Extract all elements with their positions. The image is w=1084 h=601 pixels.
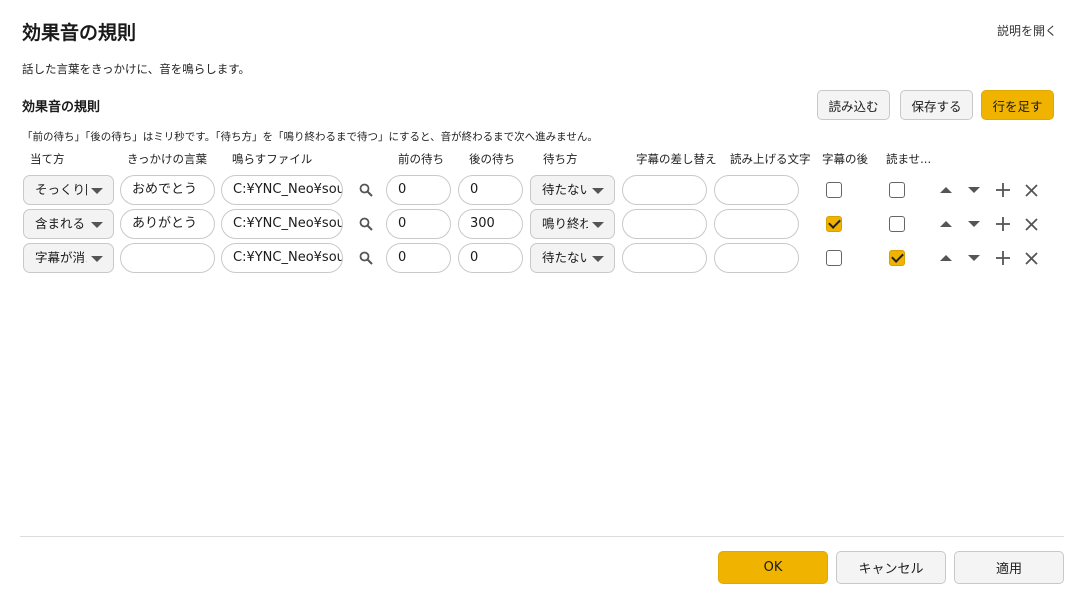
dialog-description: 話した言葉をきっかけに、音を鳴らします。 [22, 62, 251, 76]
apply-button[interactable]: 適用 [954, 551, 1064, 584]
after-subtitle-checkbox[interactable] [826, 216, 842, 232]
move-down-icon[interactable] [967, 251, 981, 265]
trigger-input[interactable] [120, 243, 215, 273]
wait-mode-select[interactable]: 鳴り終わるまで待つ [530, 209, 615, 239]
header-speak: 読ませ... [886, 152, 932, 166]
search-icon[interactable] [358, 250, 374, 266]
search-icon[interactable] [358, 182, 374, 198]
add-row-icon[interactable] [995, 216, 1011, 232]
header-pre-wait: 前の待ち [398, 152, 444, 166]
cancel-button[interactable]: キャンセル [836, 551, 946, 584]
import-button[interactable]: 読み込む [817, 90, 890, 120]
wait-mode-select[interactable]: 待たない [530, 243, 615, 273]
save-button[interactable]: 保存する [900, 90, 973, 120]
header-wait-mode: 待ち方 [543, 152, 578, 166]
read-text-input[interactable] [714, 243, 799, 273]
chevron-down-icon [91, 256, 103, 262]
trigger-input[interactable]: おめでとう [120, 175, 215, 205]
wait-mode-select[interactable]: 待たない [530, 175, 615, 205]
move-down-icon[interactable] [967, 217, 981, 231]
add-row-icon[interactable] [995, 182, 1011, 198]
move-up-icon[interactable] [939, 217, 953, 231]
pre-wait-input[interactable]: 0 [386, 209, 451, 239]
search-icon[interactable] [358, 216, 374, 232]
after-subtitle-checkbox[interactable] [826, 250, 842, 266]
post-wait-input[interactable]: 300 [458, 209, 523, 239]
pre-wait-input[interactable]: 0 [386, 243, 451, 273]
speak-checkbox[interactable] [889, 182, 905, 198]
delete-row-icon[interactable] [1023, 250, 1039, 266]
header-after-subtitle: 字幕の後 [822, 152, 868, 166]
table-row: 含まれる ありがとう C:¥YNC_Neo¥sounds 0 300 鳴り終わる… [0, 209, 1084, 239]
file-input[interactable]: C:¥YNC_Neo¥sounds [221, 175, 343, 205]
footer-divider [20, 536, 1064, 537]
header-read-text: 読み上げる文字 [730, 152, 811, 166]
read-text-input[interactable] [714, 209, 799, 239]
move-up-icon[interactable] [939, 183, 953, 197]
wait-note: 「前の待ち」「後の待ち」はミリ秒です。「待ち方」を「鳴り終わるまで待つ」にすると… [22, 131, 598, 143]
header-trigger: きっかけの言葉 [127, 152, 208, 166]
add-row-button[interactable]: 行を足す [981, 90, 1054, 120]
subtitle-input[interactable] [622, 243, 707, 273]
delete-row-icon[interactable] [1023, 216, 1039, 232]
match-select[interactable]: 含まれる [23, 209, 114, 239]
ok-button[interactable]: OK [718, 551, 828, 584]
read-text-input[interactable] [714, 175, 799, 205]
table-row: 字幕が消えたら C:¥YNC_Neo¥sounds 0 0 待たない [0, 243, 1084, 273]
move-down-icon[interactable] [967, 183, 981, 197]
match-select[interactable]: そっくり同じ [23, 175, 114, 205]
section-title: 効果音の規則 [22, 100, 101, 115]
help-link[interactable]: 説明を開く [997, 22, 1057, 39]
file-input[interactable]: C:¥YNC_Neo¥sounds [221, 209, 343, 239]
chevron-down-icon [91, 222, 103, 228]
pre-wait-input[interactable]: 0 [386, 175, 451, 205]
match-select[interactable]: 字幕が消えたら [23, 243, 114, 273]
header-subtitle: 字幕の差し替え [636, 152, 717, 166]
header-post-wait: 後の待ち [469, 152, 515, 166]
speak-checkbox[interactable] [889, 250, 905, 266]
header-file: 鳴らすファイル [232, 152, 313, 166]
subtitle-input[interactable] [622, 175, 707, 205]
file-input[interactable]: C:¥YNC_Neo¥sounds [221, 243, 343, 273]
speak-checkbox[interactable] [889, 216, 905, 232]
subtitle-input[interactable] [622, 209, 707, 239]
table-row: そっくり同じ おめでとう C:¥YNC_Neo¥sounds 0 0 待たない [0, 175, 1084, 205]
trigger-input[interactable]: ありがとう [120, 209, 215, 239]
delete-row-icon[interactable] [1023, 182, 1039, 198]
post-wait-input[interactable]: 0 [458, 243, 523, 273]
chevron-down-icon [592, 256, 604, 262]
chevron-down-icon [91, 188, 103, 194]
header-match: 当て方 [30, 152, 65, 166]
dialog-title: 効果音の規則 [22, 22, 137, 44]
chevron-down-icon [592, 188, 604, 194]
after-subtitle-checkbox[interactable] [826, 182, 842, 198]
post-wait-input[interactable]: 0 [458, 175, 523, 205]
add-row-icon[interactable] [995, 250, 1011, 266]
chevron-down-icon [592, 222, 604, 228]
move-up-icon[interactable] [939, 251, 953, 265]
